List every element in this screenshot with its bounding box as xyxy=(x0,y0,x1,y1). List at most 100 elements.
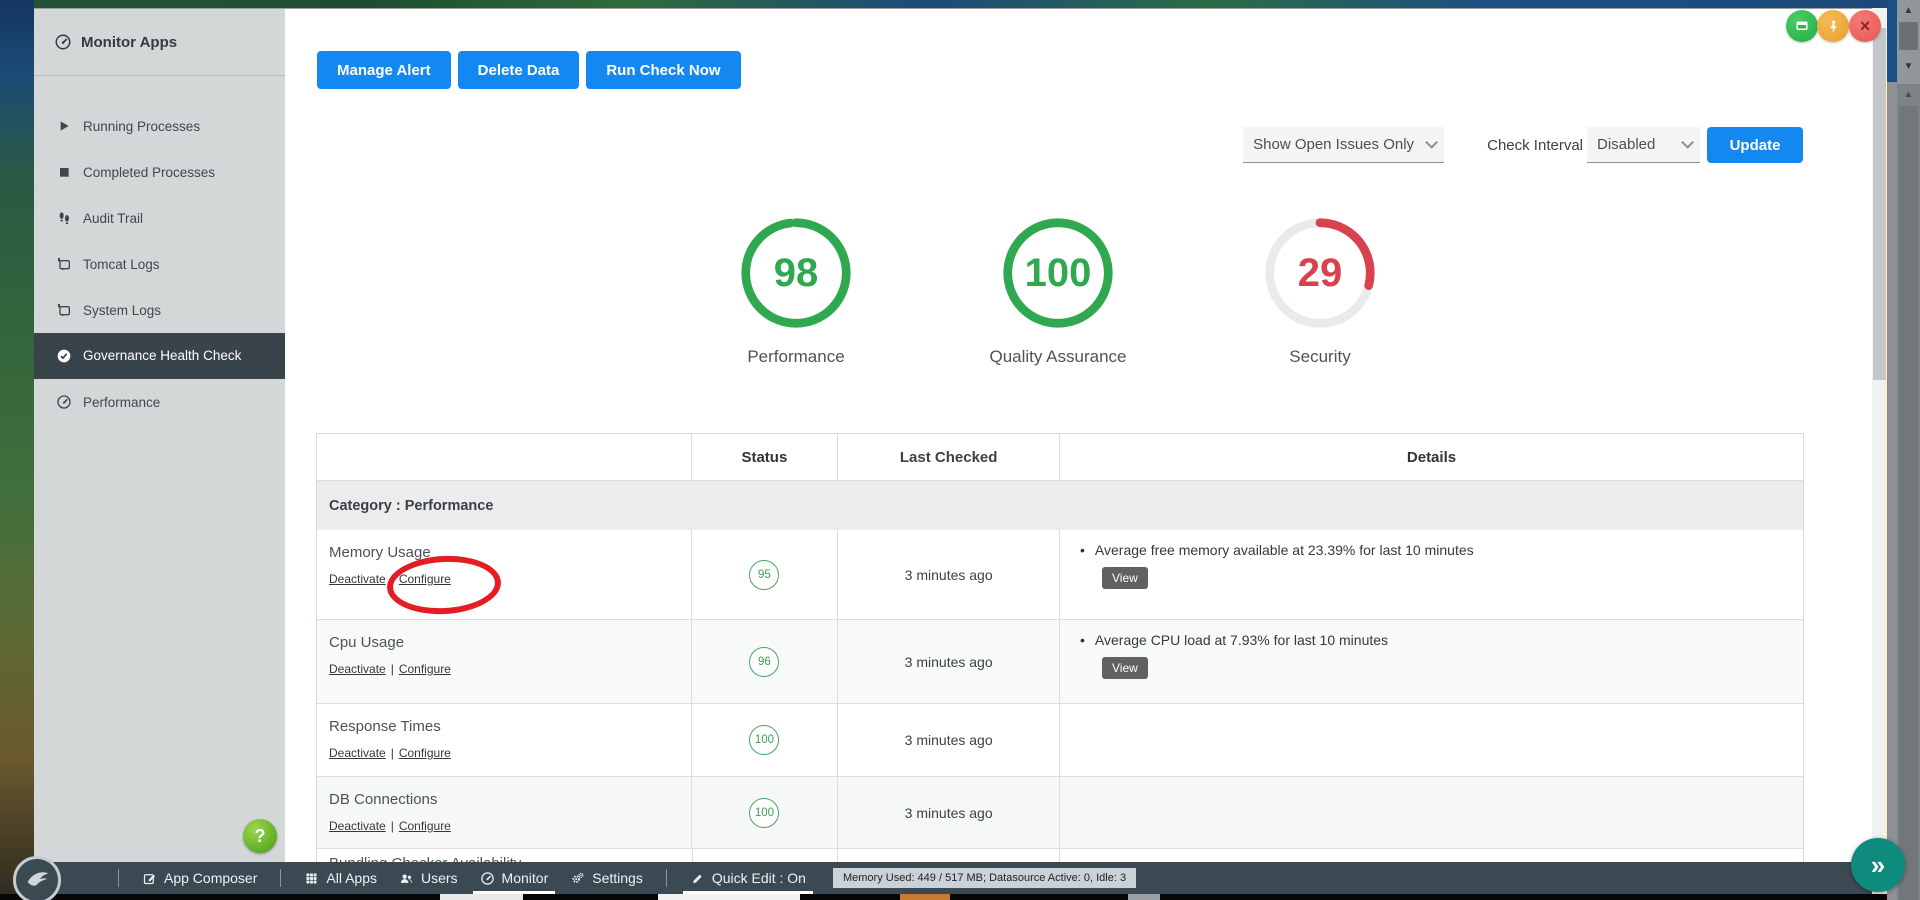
issues-filter-value: Show Open Issues Only xyxy=(1253,136,1415,153)
configure-link[interactable]: Configure xyxy=(399,572,451,586)
outer-scrollbar[interactable]: ▲ ▼ ▲ xyxy=(1897,0,1920,900)
nav-label: Quick Edit : On xyxy=(711,870,806,886)
gauge-ring: 100 xyxy=(1000,215,1116,331)
health-gauges: 98 Performance 100 Quality Assurance 29 … xyxy=(721,215,1395,367)
configure-link[interactable]: Configure xyxy=(399,819,451,833)
window-minimize-button[interactable] xyxy=(1786,10,1818,42)
nav-quick-edit[interactable]: Quick Edit : On xyxy=(679,862,817,894)
desktop-background-top xyxy=(34,0,1897,8)
sidebar-header: Monitor Apps xyxy=(34,9,285,76)
separator xyxy=(118,869,119,887)
nav-users[interactable]: Users xyxy=(388,862,469,894)
bottom-nav-bar: App Composer All Apps Users Monitor Sett… xyxy=(34,862,1887,894)
sidebar-item-label: Audit Trail xyxy=(83,210,144,226)
manage-alert-button[interactable]: Manage Alert xyxy=(317,51,451,89)
check-name: Response Times xyxy=(329,718,441,735)
deactivate-link[interactable]: Deactivate xyxy=(329,746,386,760)
sidebar-item-label: Running Processes xyxy=(83,118,201,134)
sidebar-item-system-logs[interactable]: System Logs xyxy=(34,287,285,333)
sidebar: Monitor Apps Running Processes Completed… xyxy=(34,9,285,863)
sidebar-item-performance[interactable]: Performance xyxy=(34,379,285,425)
window-close-button[interactable]: × xyxy=(1849,10,1881,42)
update-button[interactable]: Update xyxy=(1707,127,1803,163)
gauge-icon xyxy=(57,395,71,409)
last-checked-value: 3 minutes ago xyxy=(838,704,1060,776)
status-badge: 96 xyxy=(749,646,780,677)
run-check-now-button[interactable]: Run Check Now xyxy=(586,51,741,89)
view-button[interactable]: View xyxy=(1102,567,1148,589)
nav-settings[interactable]: Settings xyxy=(559,862,654,894)
window-edge-strip xyxy=(1887,0,1897,82)
deactivate-link[interactable]: Deactivate xyxy=(329,819,386,833)
scroll-up-arrow-icon[interactable]: ▲ xyxy=(1897,6,1920,16)
window-icon xyxy=(1796,21,1808,30)
scroll-down-arrow-icon[interactable]: ▼ xyxy=(1897,62,1920,72)
chevron-down-icon xyxy=(1681,136,1694,149)
check-name: Memory Usage xyxy=(329,544,431,561)
expand-panel-button[interactable]: » xyxy=(1851,838,1905,892)
log-icon xyxy=(58,304,70,317)
nav-monitor[interactable]: Monitor xyxy=(469,862,560,894)
outer-scrollbar-thumb[interactable] xyxy=(1899,22,1918,50)
pencil-icon xyxy=(692,874,702,883)
gauge-ring: 29 xyxy=(1262,215,1378,331)
header-last-checked: Last Checked xyxy=(838,434,1060,480)
joget-logo[interactable] xyxy=(13,856,61,900)
sidebar-item-label: Completed Processes xyxy=(83,164,216,180)
desktop-background-left xyxy=(0,0,34,900)
sidebar-item-label: System Logs xyxy=(83,302,162,318)
nav-label: Settings xyxy=(592,870,643,886)
configure-link[interactable]: Configure xyxy=(399,662,451,676)
filter-controls: Show Open Issues Only Check Interval Dis… xyxy=(1243,127,1803,163)
pencil-square-icon xyxy=(143,873,156,884)
deactivate-link[interactable]: Deactivate xyxy=(329,662,386,676)
sidebar-item-completed-processes[interactable]: Completed Processes xyxy=(34,149,285,195)
help-button[interactable]: ? xyxy=(243,819,277,853)
check-interval-label: Check Interval xyxy=(1487,136,1583,154)
taskbar-segment xyxy=(440,894,523,900)
stop-icon xyxy=(60,168,69,177)
status-badge: 100 xyxy=(749,725,780,755)
gauge-label: Security xyxy=(1289,347,1351,366)
window-pin-button[interactable] xyxy=(1817,10,1849,42)
link-separator: | xyxy=(390,572,394,586)
header-status: Status xyxy=(692,434,839,480)
separator xyxy=(665,869,667,887)
gauge-value: 100 xyxy=(1024,250,1092,295)
sidebar-item-tomcat-logs[interactable]: Tomcat Logs xyxy=(34,241,285,287)
delete-data-button[interactable]: Delete Data xyxy=(457,51,580,89)
memory-status-box: Memory Used: 449 / 517 MB; Datasource Ac… xyxy=(832,868,1137,888)
taskbar-segment xyxy=(900,894,950,900)
gauge-ring: 98 xyxy=(738,215,854,331)
outer-scrollbar-thumb[interactable] xyxy=(1899,106,1918,900)
gauge-icon xyxy=(55,34,71,50)
link-separator: | xyxy=(390,819,394,833)
sidebar-item-governance-health-check[interactable]: Governance Health Check xyxy=(34,333,285,379)
sidebar-item-audit-trail[interactable]: Audit Trail xyxy=(34,195,285,241)
page-scrollbar-thumb[interactable] xyxy=(1873,28,1886,380)
check-interval-select[interactable]: Disabled xyxy=(1587,127,1700,163)
gauge-security: 29 Security xyxy=(1245,215,1395,367)
view-button[interactable]: View xyxy=(1102,657,1148,679)
deactivate-link[interactable]: Deactivate xyxy=(329,572,386,586)
scroll-up-arrow-icon[interactable]: ▲ xyxy=(1897,90,1920,100)
sidebar-item-label: Tomcat Logs xyxy=(83,256,160,272)
detail-text: Average CPU load at 7.93% for last 10 mi… xyxy=(1080,632,1793,648)
last-checked-value: 3 minutes ago xyxy=(838,620,1060,703)
nav-all-apps[interactable]: All Apps xyxy=(293,862,388,894)
pushpin-icon xyxy=(1830,20,1836,32)
detail-text: Average free memory available at 23.39% … xyxy=(1080,542,1793,558)
log-icon xyxy=(58,258,70,271)
header-details: Details xyxy=(1406,448,1457,466)
table-row-db-connections: DB Connections Deactivate | Configure 100 … xyxy=(317,777,1803,849)
main-content: Manage Alert Delete Data Run Check Now S… xyxy=(285,9,1872,868)
sidebar-title: Monitor Apps xyxy=(81,33,178,51)
issues-filter-select[interactable]: Show Open Issues Only xyxy=(1243,127,1445,163)
users-icon xyxy=(400,874,413,883)
link-separator: | xyxy=(390,746,394,760)
configure-link[interactable]: Configure xyxy=(399,746,451,760)
nav-app-composer[interactable]: App Composer xyxy=(131,862,268,894)
check-name: DB Connections xyxy=(329,791,438,808)
sidebar-item-running-processes[interactable]: Running Processes xyxy=(34,103,285,149)
app-window: Monitor Apps Running Processes Completed… xyxy=(34,8,1887,894)
